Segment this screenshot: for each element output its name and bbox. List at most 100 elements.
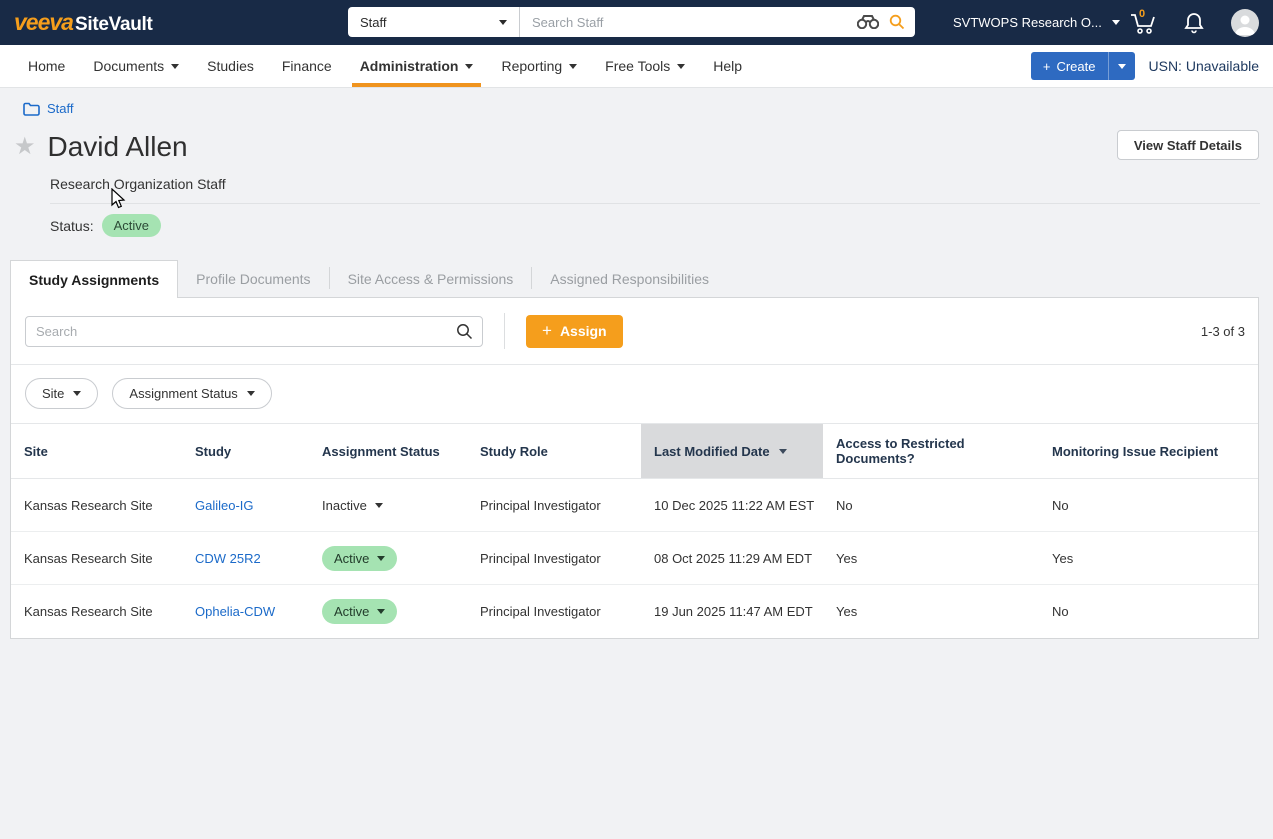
filter-bar: Site Assignment Status [11,365,1258,423]
org-selector-dropdown[interactable]: SVTWOPS Research O... [953,15,1103,30]
top-bar: veeva SiteVault Staff [0,0,1273,45]
chevron-down-icon [465,64,473,69]
search-icon[interactable] [456,323,473,340]
plus-icon: + [542,321,552,341]
cell-monitoring-recipient: No [1039,585,1258,638]
nav-right-cluster: + Create USN: Unavailable [1031,52,1259,80]
column-header-study[interactable]: Study [182,424,309,479]
binoculars-icon[interactable] [857,15,879,29]
cell-site: Kansas Research Site [11,532,182,585]
tab-label: Study Assignments [29,272,159,288]
global-search-input[interactable] [520,7,857,37]
assignment-status-value: Inactive [322,498,367,513]
nav-item-free-tools[interactable]: Free Tools [591,45,699,87]
column-header-study-role[interactable]: Study Role [467,424,641,479]
column-header-assignment-status[interactable]: Assignment Status [309,424,467,479]
nav-label: Help [713,58,742,74]
assignments-table: Site Study Assignment Status Study Role … [11,423,1258,638]
study-link[interactable]: Ophelia-CDW [195,604,275,619]
assignments-search [25,316,483,347]
assignment-status-value: Active [334,551,369,566]
usn-status-label: USN: Unavailable [1149,58,1260,74]
column-header-last-modified-date[interactable]: Last Modified Date [641,424,823,479]
nav-item-reporting[interactable]: Reporting [487,45,591,87]
tab-profile-documents[interactable]: Profile Documents [178,260,328,297]
chevron-down-icon [1112,20,1120,25]
chevron-down-icon [377,556,385,561]
assignments-search-input[interactable] [25,316,483,347]
table-row: Kansas Research Site Ophelia-CDW Active … [11,585,1258,638]
cart-button[interactable]: 0 [1129,10,1157,36]
nav-item-home[interactable]: Home [14,45,79,87]
chevron-down-icon [73,391,81,396]
user-avatar[interactable] [1231,9,1259,37]
chevron-down-icon [377,609,385,614]
veeva-sitevault-logo[interactable]: veeva SiteVault [14,9,153,36]
filter-label: Assignment Status [129,386,237,401]
cell-study-role: Principal Investigator [467,479,641,532]
cell-site: Kansas Research Site [11,479,182,532]
column-header-label: Last Modified Date [654,444,770,459]
notifications-button[interactable] [1183,11,1205,35]
assignment-status-dropdown[interactable]: Active [322,599,397,624]
nav-item-help[interactable]: Help [699,45,756,87]
cell-last-modified: 10 Dec 2025 11:22 AM EST [641,479,823,532]
nav-item-administration[interactable]: Administration [346,45,488,87]
study-link[interactable]: CDW 25R2 [195,551,261,566]
veeva-logo-text: veeva [14,9,73,36]
person-icon [1231,9,1259,37]
status-badge: Active [102,214,161,237]
create-split-button: + Create [1031,52,1135,80]
study-assignments-panel: + Assign 1-3 of 3 Site Assignment Status [10,297,1259,639]
filter-label: Site [42,386,64,401]
nav-label: Documents [93,58,164,74]
nav-item-finance[interactable]: Finance [268,45,346,87]
panel-toolbar: + Assign 1-3 of 3 [11,298,1258,364]
toolbar-divider [504,313,505,349]
search-category-dropdown[interactable]: Staff [348,7,520,37]
favorite-star-icon[interactable]: ★ [14,132,36,162]
create-button[interactable]: + Create [1031,52,1109,80]
cell-restricted-access: Yes [823,532,1039,585]
table-row: Kansas Research Site CDW 25R2 Active Pri… [11,532,1258,585]
sitevault-logo-text: SiteVault [75,14,153,36]
column-header-restricted-documents[interactable]: Access to Restricted Documents? [823,424,1039,479]
tab-label: Site Access & Permissions [348,271,514,287]
tab-assigned-responsibilities[interactable]: Assigned Responsibilities [532,260,727,297]
create-dropdown-button[interactable] [1109,52,1135,80]
filter-assignment-status[interactable]: Assignment Status [112,378,271,409]
nav-label: Reporting [501,58,562,74]
assignment-status-dropdown[interactable]: Active [322,546,397,571]
cell-study-role: Principal Investigator [467,585,641,638]
assign-button[interactable]: + Assign [526,315,623,348]
study-link[interactable]: Galileo-IG [195,498,254,513]
breadcrumb-staff-link[interactable]: Staff [47,101,74,116]
view-staff-details-button[interactable]: View Staff Details [1117,130,1259,160]
chevron-down-icon [375,503,383,508]
assignment-status-dropdown[interactable]: Inactive [322,493,383,518]
nav-item-studies[interactable]: Studies [193,45,268,87]
tab-study-assignments[interactable]: Study Assignments [10,260,178,298]
search-icon[interactable] [889,14,905,30]
chevron-down-icon [171,64,179,69]
column-header-site[interactable]: Site [11,424,182,479]
breadcrumb[interactable]: Staff [23,101,1260,116]
cell-monitoring-recipient: No [1039,479,1258,532]
nav-label: Finance [282,58,332,74]
chevron-down-icon [677,64,685,69]
cell-last-modified: 08 Oct 2025 11:29 AM EDT [641,532,823,585]
table-row: Kansas Research Site Galileo-IG Inactive… [11,479,1258,532]
cell-study-role: Principal Investigator [467,532,641,585]
page-title: David Allen [48,130,188,164]
pagination-range: 1-3 of 3 [1201,324,1245,339]
nav-item-documents[interactable]: Documents [79,45,193,87]
filter-site[interactable]: Site [25,378,98,409]
cell-last-modified: 19 Jun 2025 11:47 AM EDT [641,585,823,638]
org-selector-value: SVTWOPS Research O... [953,15,1102,30]
column-header-monitoring-issue-recipient[interactable]: Monitoring Issue Recipient [1039,424,1258,479]
bell-icon [1183,11,1205,35]
main-nav: Home Documents Studies Finance Administr… [0,45,1273,88]
tab-site-access-permissions[interactable]: Site Access & Permissions [330,260,532,297]
title-divider [50,203,1260,204]
cell-site: Kansas Research Site [11,585,182,638]
